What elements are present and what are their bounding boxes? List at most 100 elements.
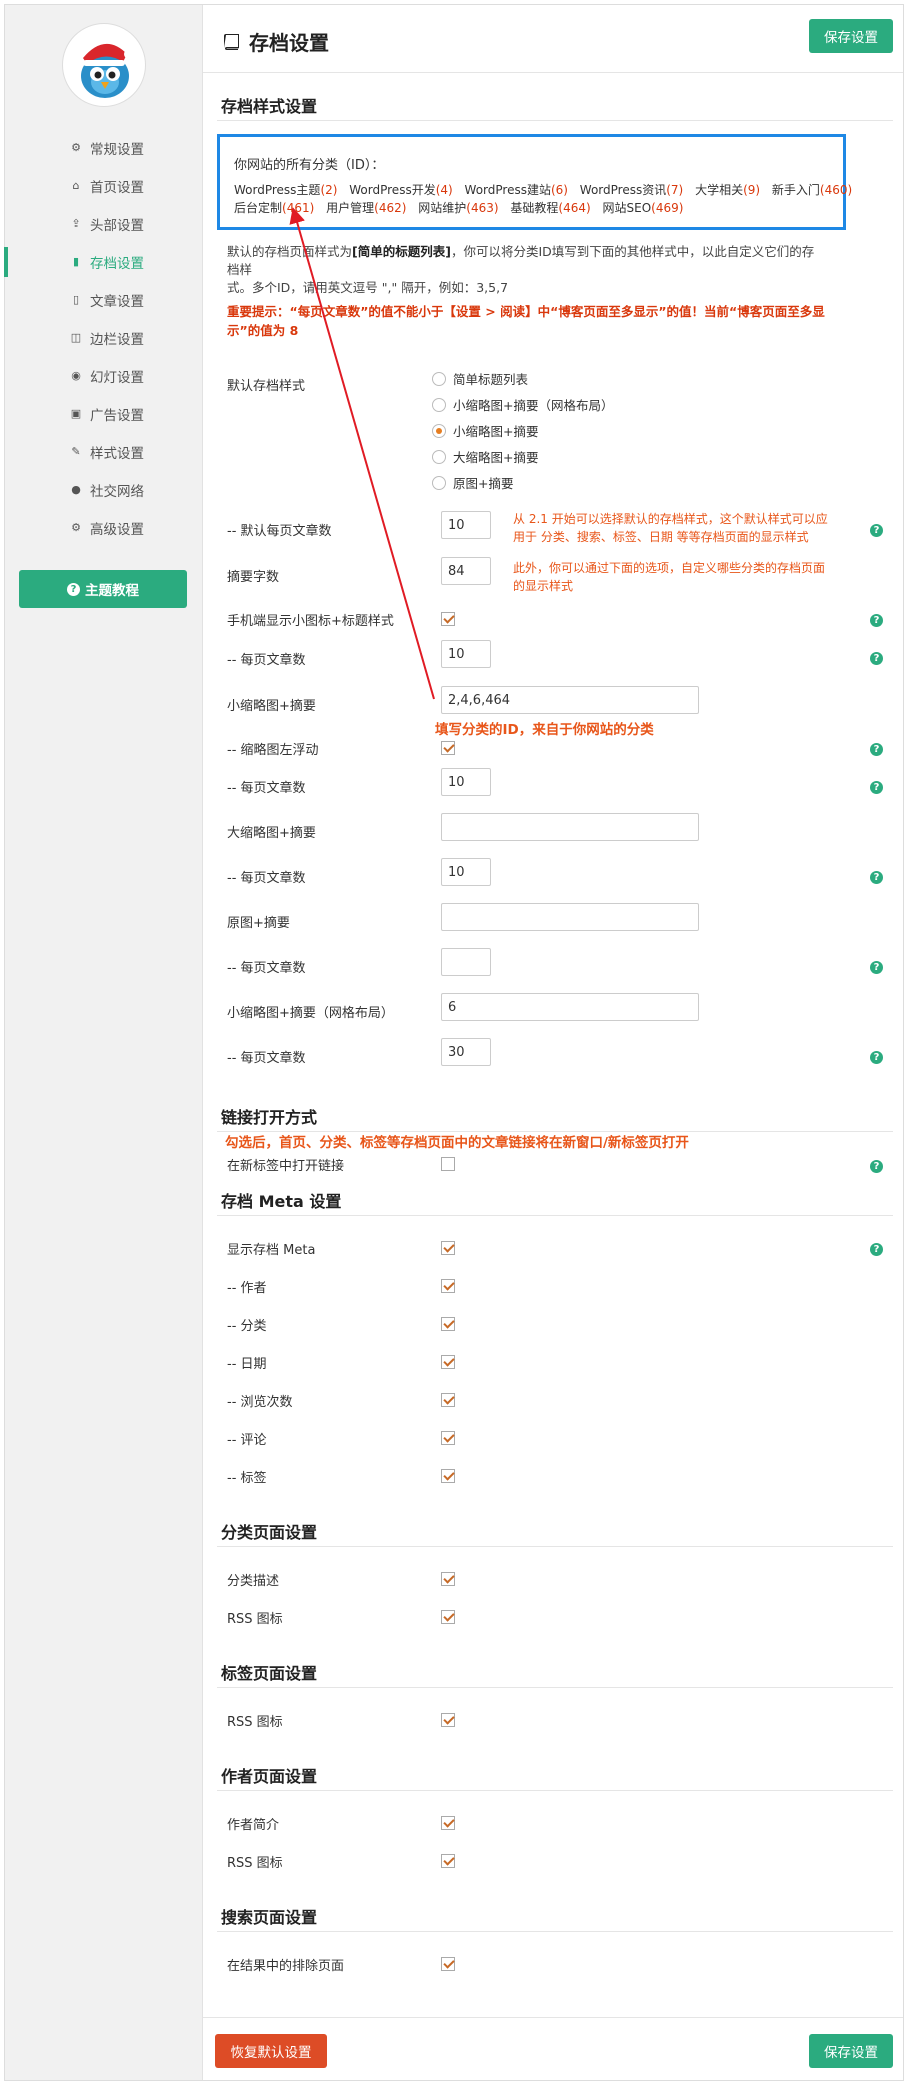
help-icon[interactable]: ? <box>870 1051 883 1064</box>
category-item: WordPress主题(2) <box>234 183 338 197</box>
original-ids-input[interactable] <box>441 903 699 931</box>
radio-dot-selected <box>432 423 446 438</box>
radio-style-simple[interactable]: 简单标题列表 <box>432 369 528 388</box>
save-button-bottom[interactable]: 保存设置 <box>809 2034 893 2068</box>
file-icon: ▯ <box>72 293 80 306</box>
large-per-page-input[interactable]: 10 <box>441 858 491 886</box>
meta-tags-checkbox[interactable] <box>441 1469 455 1483</box>
mobile-small-icon-label: 手机端显示小图标+标题样式 <box>227 614 394 629</box>
sidebar-item-archive[interactable]: ▮ 存档设置 <box>4 243 202 281</box>
section-divider <box>217 1790 893 1791</box>
category-rss-checkbox[interactable] <box>441 1610 455 1624</box>
sidebar-item-social[interactable]: ● 社交网络 <box>5 471 202 509</box>
section-divider <box>217 120 893 121</box>
sidebar-item-label: 广告设置 <box>90 408 144 424</box>
meta-author-checkbox[interactable] <box>441 1279 455 1293</box>
save-button-top[interactable]: 保存设置 <box>809 19 893 53</box>
section-divider <box>217 1687 893 1688</box>
section-title-archive-style: 存档样式设置 <box>221 97 318 116</box>
gears-icon: ⚙ <box>71 521 81 534</box>
sidebar-item-widgets[interactable]: ◫ 边栏设置 <box>5 319 202 357</box>
sidebar-item-home[interactable]: ⌂ 首页设置 <box>5 167 202 205</box>
grid-per-page-input[interactable]: 30 <box>441 1038 491 1066</box>
category-id-box: 你网站的所有分类（ID）： WordPress主题(2) WordPress开发… <box>217 134 852 230</box>
section-title-author-page: 作者页面设置 <box>221 1767 318 1786</box>
help-icon[interactable]: ? <box>870 781 883 794</box>
sidebar-item-general[interactable]: ⚙ 常规设置 <box>5 129 202 167</box>
meta-views-checkbox[interactable] <box>441 1393 455 1407</box>
section-title-search-page: 搜索页面设置 <box>221 1908 318 1927</box>
author-bio-label: 作者简介 <box>227 1818 280 1833</box>
sidebar-item-article[interactable]: ▯ 文章设置 <box>5 281 202 319</box>
category-description-label: 分类描述 <box>227 1574 280 1589</box>
category-description-checkbox[interactable] <box>441 1572 455 1586</box>
book-icon: ▮ <box>72 255 80 268</box>
meta-date-checkbox[interactable] <box>441 1355 455 1369</box>
mobile-per-page-input[interactable]: 10 <box>441 640 491 668</box>
radio-style-original[interactable]: 原图+摘要 <box>432 473 513 492</box>
magic-wand-icon: ✎ <box>71 445 81 458</box>
author-rss-checkbox[interactable] <box>441 1854 455 1868</box>
annotation-custom-category-note: 此外，你可以通过下面的选项，自定义哪些分类的存档页面 的显示样式 <box>513 561 826 593</box>
tutorial-label: 主题教程 <box>85 583 139 599</box>
author-bio-checkbox[interactable] <box>441 1816 455 1830</box>
sidebar-item-label: 首页设置 <box>90 180 144 196</box>
meta-category-label: -- 分类 <box>227 1319 267 1334</box>
gear-icon: ⚙ <box>71 141 81 154</box>
home-icon: ⌂ <box>72 179 80 192</box>
sidebar-item-ads[interactable]: ▣ 广告设置 <box>5 395 202 433</box>
section-divider <box>217 1215 893 1216</box>
sidebar: ⚙ 常规设置 ⌂ 首页设置 ⇪ 头部设置 ▮ 存档设置 ▯ 文章设置 ◫ 边栏设置 ◉ 幻灯设… <box>4 5 202 2080</box>
meta-comments-label: -- 评论 <box>227 1433 267 1448</box>
large-per-page-label: -- 每页文章数 <box>227 871 306 886</box>
radio-dot <box>432 397 446 412</box>
tag-rss-checkbox[interactable] <box>441 1713 455 1727</box>
main-panel: 存档设置 保存设置 存档样式设置 你网站的所有分类（ID）： WordPress… <box>202 5 903 2080</box>
help-icon[interactable]: ? <box>870 652 883 665</box>
help-icon[interactable]: ? <box>870 1243 883 1256</box>
exclude-pages-label: 在结果中的排除页面 <box>227 1959 345 1974</box>
exclude-pages-checkbox[interactable] <box>441 1957 455 1971</box>
mobile-small-icon-checkbox[interactable] <box>441 612 455 626</box>
bird-mascot-icon <box>81 43 134 98</box>
original-per-page-input[interactable] <box>441 948 491 976</box>
show-meta-checkbox[interactable] <box>441 1241 455 1255</box>
help-icon[interactable]: ? <box>870 1160 883 1173</box>
mobile-per-page-label: -- 每页文章数 <box>227 653 306 668</box>
sidebar-item-header[interactable]: ⇪ 头部设置 <box>5 205 202 243</box>
sidebar-item-advanced[interactable]: ⚙ 高级设置 <box>5 509 202 547</box>
category-item: 基础教程(464) <box>510 201 591 215</box>
help-icon[interactable]: ? <box>870 524 883 537</box>
help-icon[interactable]: ? <box>870 614 883 627</box>
category-item: 大学相关(9) <box>695 183 761 197</box>
meta-comments-checkbox[interactable] <box>441 1431 455 1445</box>
open-new-tab-checkbox[interactable] <box>441 1157 455 1171</box>
excerpt-length-input[interactable]: 84 <box>441 557 491 585</box>
small-thumb-ids-input[interactable]: 2,4,6,464 <box>441 686 699 714</box>
sidebar-item-label: 头部设置 <box>90 218 144 234</box>
help-icon[interactable]: ? <box>870 961 883 974</box>
tutorial-button[interactable]: ? 主题教程 <box>19 570 187 608</box>
default-per-page-input[interactable]: 10 <box>441 511 491 539</box>
sidebar-item-label: 社交网络 <box>90 484 144 500</box>
settings-frame: ⚙ 常规设置 ⌂ 首页设置 ⇪ 头部设置 ▮ 存档设置 ▯ 文章设置 ◫ 边栏设置 ◉ 幻灯设… <box>4 4 904 2081</box>
section-divider <box>217 1931 893 1932</box>
help-icon[interactable]: ? <box>870 743 883 756</box>
sidebar-item-label: 常规设置 <box>90 142 144 158</box>
meta-category-checkbox[interactable] <box>441 1317 455 1331</box>
meta-tags-label: -- 标签 <box>227 1471 267 1486</box>
sidebar-item-slider[interactable]: ◉ 幻灯设置 <box>5 357 202 395</box>
category-item: WordPress资讯(7) <box>579 183 684 197</box>
grid-ids-input[interactable]: 6 <box>441 993 699 1021</box>
small-per-page-label: -- 每页文章数 <box>227 781 306 796</box>
sidebar-item-style[interactable]: ✎ 样式设置 <box>5 433 202 471</box>
thumb-float-left-checkbox[interactable] <box>441 741 455 755</box>
large-thumb-ids-input[interactable] <box>441 813 699 841</box>
radio-style-large-thumb[interactable]: 大缩略图+摘要 <box>432 447 538 466</box>
radio-style-small-thumb[interactable]: 小缩略图+摘要 <box>432 421 538 440</box>
reset-defaults-button[interactable]: 恢复默认设置 <box>215 2034 327 2068</box>
radio-style-grid[interactable]: 小缩略图+摘要（网格布局） <box>432 395 613 414</box>
help-icon[interactable]: ? <box>870 871 883 884</box>
annotation-category-id-note: 填写分类的ID，来自于你网站的分类 <box>435 722 654 738</box>
small-per-page-input[interactable]: 10 <box>441 768 491 796</box>
